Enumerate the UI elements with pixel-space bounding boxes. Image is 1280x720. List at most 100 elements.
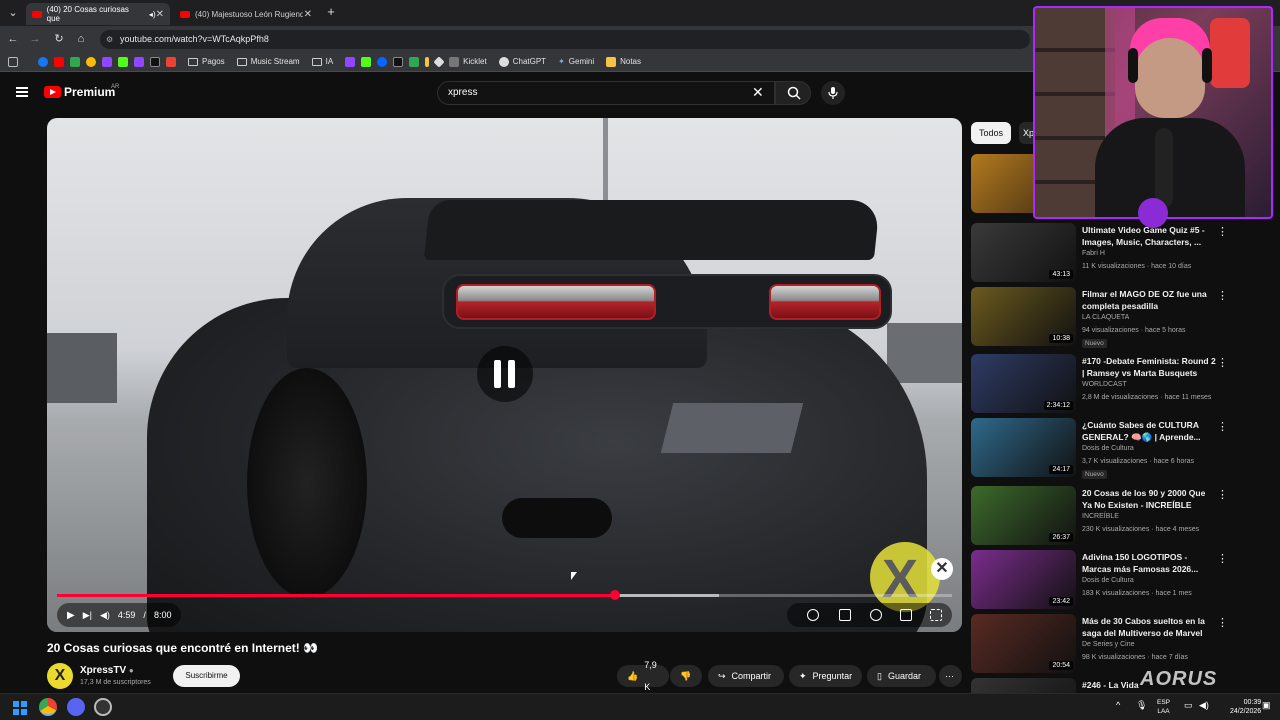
app-icon[interactable]: [433, 55, 445, 68]
recommendation-title[interactable]: Adivina 150 LOGOTIPOS - Marcas más Famos…: [1082, 551, 1217, 575]
kick-icon[interactable]: [361, 56, 372, 67]
settings-icon[interactable]: [870, 609, 882, 621]
save-button[interactable]: ▯ Guardar: [867, 665, 936, 687]
search-button[interactable]: [775, 81, 811, 105]
kick-icon[interactable]: [118, 56, 128, 67]
recommendation-channel[interactable]: LA CLAQUETA: [1082, 314, 1129, 321]
google-icon[interactable]: [86, 56, 96, 67]
browser-tab[interactable]: (40) Majestuoso León Rugiendo ✕: [174, 3, 318, 25]
app-icon[interactable]: [425, 56, 430, 67]
app-icon[interactable]: [409, 56, 420, 67]
more-options-icon[interactable]: ⋮: [1217, 225, 1228, 238]
keyboard-language[interactable]: ESP LAA: [1157, 698, 1170, 716]
system-tray-chevron-icon[interactable]: ^: [1116, 700, 1120, 710]
pause-icon[interactable]: [477, 346, 533, 402]
channel-name[interactable]: XpressTV ●: [80, 665, 134, 676]
mic-tray-icon[interactable]: 🎙: [1136, 700, 1147, 711]
miniplayer-icon[interactable]: [900, 609, 912, 621]
recommendation-channel[interactable]: De Series y Cine: [1082, 641, 1135, 648]
autoplay-toggle-icon[interactable]: [807, 609, 819, 621]
reload-icon[interactable]: ↻: [52, 32, 66, 46]
recommendation-thumbnail[interactable]: 24:17: [971, 418, 1076, 477]
recommendation-item[interactable]: 10:38 Filmar el MAGO DE OZ fue una comple…: [971, 287, 1271, 349]
recommendation-item[interactable]: 24:17 ¿Cuánto Sabes de CULTURA GENERAL? 🧠…: [971, 418, 1271, 480]
video-player[interactable]: ✕ ▶ ▶| ◀) 4:59 / 8:00: [47, 118, 962, 632]
recommendation-title[interactable]: 20 Cosas de los 90 y 2000 Que Ya No Exis…: [1082, 487, 1217, 511]
recommendation-thumbnail[interactable]: [971, 678, 1076, 693]
notification-icon[interactable]: ▣: [1262, 700, 1271, 711]
recommendation-channel[interactable]: INCREÍBLE: [1082, 513, 1119, 520]
recommendation-thumbnail[interactable]: 26:37: [971, 486, 1076, 545]
watermark-close-icon[interactable]: ✕: [931, 558, 953, 580]
bookmark-music-stream[interactable]: Music Stream: [236, 57, 300, 66]
taskbar-clock[interactable]: 00:39 24/2/2026: [1230, 698, 1261, 716]
bookmark-notas[interactable]: Notas: [606, 56, 641, 67]
like-button[interactable]: 👍 7,9 K: [617, 660, 669, 692]
search-input[interactable]: xpress: [437, 81, 775, 105]
channel-watermark[interactable]: [870, 542, 940, 612]
discord-icon[interactable]: [67, 698, 85, 716]
recommendation-thumbnail[interactable]: 20:54: [971, 614, 1076, 673]
recommendation-item[interactable]: 2:34:12 #170 -Debate Feminista: Round 2 |…: [971, 354, 1271, 416]
new-tab-button[interactable]: +: [324, 5, 338, 19]
recommendation-thumbnail[interactable]: 23:42: [971, 550, 1076, 609]
volume-icon[interactable]: ◀): [100, 610, 110, 621]
url-field[interactable]: ⚙ youtube.com/watch?v=WTcAqkpPfh8: [100, 30, 1030, 49]
recommendation-channel[interactable]: Dosis de Cultura: [1082, 577, 1134, 584]
recommendation-item[interactable]: #246 - La Vida: [971, 678, 1271, 693]
app-icon[interactable]: [94, 698, 112, 716]
bookmark-gemini[interactable]: ✦ Gemini: [558, 57, 594, 66]
browser-tab-active[interactable]: (40) 20 Cosas curiosas que ◂) ✕: [26, 3, 170, 25]
recommendation-item[interactable]: 20:54 Más de 30 Cabos sueltos en la saga …: [971, 614, 1271, 676]
recommendation-title[interactable]: Filmar el MAGO DE OZ fue una completa pe…: [1082, 288, 1217, 312]
recommendation-channel[interactable]: Dosis de Cultura: [1082, 445, 1134, 452]
recommendation-title[interactable]: ¿Cuánto Sabes de CULTURA GENERAL? 🧠🌎 | A…: [1082, 419, 1217, 443]
site-info-icon[interactable]: ⚙: [106, 30, 113, 49]
bookmark-pagos[interactable]: Pagos: [188, 57, 225, 66]
play-icon[interactable]: ▶: [67, 610, 75, 621]
forward-icon[interactable]: →: [28, 32, 42, 46]
tab-search-icon[interactable]: ⌄: [6, 6, 20, 20]
recommendation-channel[interactable]: WORLDCAST: [1082, 381, 1127, 388]
meta-icon[interactable]: [377, 56, 388, 67]
dislike-button[interactable]: 👎: [670, 665, 702, 687]
home-icon[interactable]: ⌂: [74, 32, 88, 46]
channel-avatar[interactable]: X: [47, 663, 73, 689]
youtube-logo[interactable]: Premium: [44, 85, 115, 99]
subtitles-icon[interactable]: [839, 609, 851, 621]
progress-bar[interactable]: [57, 590, 952, 600]
chrome-icon[interactable]: [39, 698, 57, 716]
recommendation-item[interactable]: 26:37 20 Cosas de los 90 y 2000 Que Ya No…: [971, 486, 1271, 548]
bookmark-ia[interactable]: IA: [311, 57, 333, 66]
twitch-icon[interactable]: [345, 56, 356, 67]
streamlabs-icon[interactable]: [150, 56, 160, 67]
fullscreen-icon[interactable]: [930, 609, 942, 621]
recommendation-thumbnail[interactable]: 43:13: [971, 223, 1076, 282]
back-icon[interactable]: ←: [6, 32, 20, 46]
clear-search-icon[interactable]: ✕: [752, 85, 764, 99]
more-options-icon[interactable]: ⋮: [1217, 289, 1228, 302]
windows-start-icon[interactable]: [13, 701, 27, 715]
subscribe-button[interactable]: Suscribirme: [173, 665, 240, 687]
menu-icon[interactable]: [16, 87, 28, 97]
recommendation-thumbnail[interactable]: 2:34:12: [971, 354, 1076, 413]
recommendation-title[interactable]: #170 -Debate Feminista: Round 2 | Ramsey…: [1082, 355, 1217, 379]
facebook-icon[interactable]: [38, 56, 48, 67]
more-options-icon[interactable]: ⋮: [1217, 420, 1228, 433]
bookmark-kicklet[interactable]: Kicklet: [449, 56, 487, 67]
network-icon[interactable]: ▭: [1184, 700, 1193, 711]
more-options-icon[interactable]: ⋮: [1217, 552, 1228, 565]
recommendation-channel[interactable]: Fabri H: [1082, 250, 1105, 257]
share-button[interactable]: ↪ Compartir: [708, 665, 784, 687]
twitch-icon[interactable]: [134, 56, 144, 67]
gmail-icon[interactable]: [166, 56, 176, 67]
youtube-icon[interactable]: [54, 56, 64, 67]
voice-search-button[interactable]: [821, 81, 845, 105]
bookmark-chatgpt[interactable]: ChatGPT: [498, 56, 546, 67]
recommendation-item[interactable]: 23:42 Adivina 150 LOGOTIPOS - Marcas más …: [971, 550, 1271, 612]
next-icon[interactable]: ▶|: [83, 610, 92, 621]
tiktok-icon[interactable]: [393, 56, 404, 67]
volume-tray-icon[interactable]: ◀): [1199, 700, 1209, 711]
apps-grid-icon[interactable]: [8, 56, 18, 67]
more-options-icon[interactable]: ⋮: [1217, 616, 1228, 629]
